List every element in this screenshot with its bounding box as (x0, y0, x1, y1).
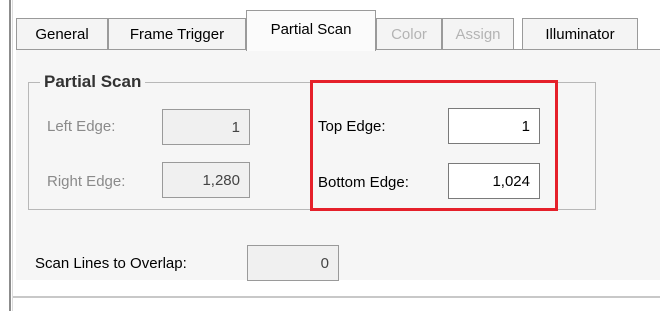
window-left-border (9, 0, 11, 311)
right-edge-label: Right Edge: (47, 173, 126, 190)
panel-bottom-divider (13, 296, 660, 298)
scan-lines-label: Scan Lines to Overlap: (35, 255, 187, 272)
tab-color: Color (376, 18, 442, 50)
group-title: Partial Scan (40, 72, 146, 92)
left-edge-label: Left Edge: (47, 118, 116, 135)
scan-lines-field: 0 (247, 245, 339, 281)
tab-strip: General Frame Trigger Partial Scan Color… (16, 10, 660, 51)
highlight-box (310, 80, 558, 211)
tab-partial-scan[interactable]: Partial Scan (246, 10, 376, 51)
tab-frame-trigger[interactable]: Frame Trigger (108, 18, 246, 50)
tab-assign: Assign (442, 18, 514, 50)
tab-general[interactable]: General (16, 18, 108, 50)
tab-illuminator[interactable]: Illuminator (522, 18, 638, 50)
right-edge-field: 1,280 (162, 162, 250, 198)
left-edge-field: 1 (162, 109, 250, 145)
window-left-border-highlight (12, 0, 13, 311)
